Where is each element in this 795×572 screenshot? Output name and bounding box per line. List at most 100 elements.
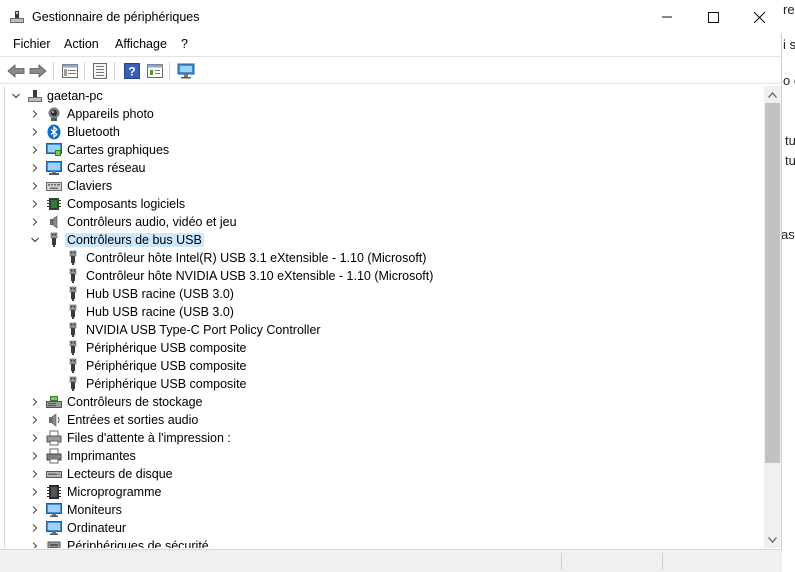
chevron-right-icon[interactable]	[29, 519, 41, 537]
tree-category[interactable]: Contrôleurs audio, vidéo et jeu	[5, 213, 745, 231]
chevron-right-icon[interactable]	[29, 141, 41, 159]
minimize-button[interactable]	[644, 0, 690, 34]
tree-category[interactable]: Files d'attente à l'impression :	[5, 429, 745, 447]
chevron-right-icon[interactable]	[29, 411, 41, 429]
close-button[interactable]	[736, 0, 782, 34]
chevron-right-icon[interactable]	[29, 123, 41, 141]
background-text: tu	[785, 153, 795, 168]
chevron-right-icon[interactable]	[29, 537, 41, 548]
tree-category[interactable]: Microprogramme	[5, 483, 745, 501]
storage-controller-icon	[46, 394, 62, 410]
keyboard-icon	[46, 178, 62, 194]
chevron-right-icon[interactable]	[29, 429, 41, 447]
title-bar[interactable]: Gestionnaire de périphériques	[0, 0, 782, 34]
scroll-up-icon[interactable]	[764, 86, 781, 103]
menu-affichage[interactable]: Affichage	[115, 37, 167, 51]
speaker-icon	[46, 214, 62, 230]
tree-device-label: Périphérique USB composite	[86, 377, 247, 391]
tree-device[interactable]: NVIDIA USB Type-C Port Policy Controller	[5, 321, 745, 339]
tree-root[interactable]: gaetan-pc	[5, 87, 405, 105]
tree-category[interactable]: Contrôleurs de bus USB	[5, 231, 745, 249]
tree-root-label: gaetan-pc	[47, 89, 103, 103]
window-title: Gestionnaire de périphériques	[32, 10, 200, 24]
maximize-button[interactable]	[690, 0, 736, 34]
tree-category[interactable]: Ordinateur	[5, 519, 745, 537]
tree-category[interactable]: Cartes réseau	[5, 159, 745, 177]
security-device-icon	[46, 538, 62, 548]
tree-category[interactable]: Entrées et sorties audio	[5, 411, 745, 429]
tree-category-label: Imprimantes	[67, 449, 136, 463]
tree-category[interactable]: Périphériques de sécurité	[5, 537, 745, 548]
tree-category[interactable]: Imprimantes	[5, 447, 745, 465]
tree-category[interactable]: Bluetooth	[5, 123, 745, 141]
svg-text:?: ?	[128, 65, 135, 79]
tree-category-label: Contrôleurs de stockage	[67, 395, 203, 409]
tree-category-label: Contrôleurs audio, vidéo et jeu	[67, 215, 237, 229]
resources-icon[interactable]	[145, 61, 165, 81]
tree-category[interactable]: Claviers	[5, 177, 745, 195]
chevron-down-icon[interactable]	[29, 231, 41, 249]
tree-device-label: NVIDIA USB Type-C Port Policy Controller	[86, 323, 321, 337]
tree-category[interactable]: Cartes graphiques	[5, 141, 745, 159]
tree-category-label: Appareils photo	[67, 107, 154, 121]
tree-category[interactable]: Contrôleurs de stockage	[5, 393, 745, 411]
toolbar: ?	[0, 56, 782, 84]
tree-device[interactable]: Périphérique USB composite	[5, 375, 745, 393]
background-text: as	[781, 227, 795, 242]
scan-hardware-icon[interactable]	[176, 61, 196, 81]
chevron-right-icon[interactable]	[29, 213, 41, 231]
usb-icon	[65, 286, 81, 302]
tree-category[interactable]: Moniteurs	[5, 501, 745, 519]
usb-icon	[65, 340, 81, 356]
tree-category-label: Cartes graphiques	[67, 143, 170, 157]
menu-help[interactable]: ?	[181, 37, 188, 51]
tree-device[interactable]: Hub USB racine (USB 3.0)	[5, 303, 745, 321]
chevron-right-icon[interactable]	[29, 105, 41, 123]
scrollbar-thumb[interactable]	[765, 103, 780, 463]
usb-icon	[65, 250, 81, 266]
chevron-right-icon[interactable]	[29, 159, 41, 177]
help-icon[interactable]: ?	[122, 61, 142, 81]
menu-fichier[interactable]: Fichier	[13, 37, 51, 51]
properties-icon[interactable]	[60, 61, 80, 81]
chevron-down-icon[interactable]	[10, 87, 22, 105]
background-text: i s	[783, 37, 795, 52]
audio-io-icon	[46, 412, 62, 428]
tree-device[interactable]: Périphérique USB composite	[5, 357, 745, 375]
network-adapter-icon	[46, 160, 62, 176]
tree-category-label: Ordinateur	[67, 521, 127, 535]
chevron-right-icon[interactable]	[29, 465, 41, 483]
chevron-right-icon[interactable]	[29, 195, 41, 213]
chevron-right-icon[interactable]	[29, 393, 41, 411]
chevron-right-icon[interactable]	[29, 447, 41, 465]
tree-device-label: Hub USB racine (USB 3.0)	[86, 305, 234, 319]
tree-category-label: Contrôleurs de bus USB	[65, 233, 204, 247]
software-component-icon	[46, 196, 62, 212]
usb-icon	[65, 358, 81, 374]
tree-device[interactable]: Périphérique USB composite	[5, 339, 745, 357]
vertical-scrollbar[interactable]	[764, 86, 781, 548]
tree-category[interactable]: Lecteurs de disque	[5, 465, 745, 483]
list-view-icon[interactable]	[90, 61, 110, 81]
forward-arrow-icon[interactable]	[28, 61, 48, 81]
print-queue-icon	[46, 430, 62, 446]
back-arrow-icon[interactable]	[6, 61, 26, 81]
device-manager-app-icon	[9, 9, 25, 25]
device-tree: gaetan-pc Appareils photo Bluetooth Cartes…	[4, 86, 764, 548]
scroll-down-icon[interactable]	[764, 531, 781, 548]
tree-category-label: Claviers	[67, 179, 113, 193]
menu-action[interactable]: Action	[64, 37, 99, 51]
tree-device[interactable]: Contrôleur hôte NVIDIA USB 3.10 eXtensib…	[5, 267, 745, 285]
tree-category[interactable]: Composants logiciels	[5, 195, 745, 213]
tree-category[interactable]: Appareils photo	[5, 105, 745, 123]
chevron-right-icon[interactable]	[29, 501, 41, 519]
bluetooth-icon	[46, 124, 62, 140]
tree-device-label: Contrôleur hôte NVIDIA USB 3.10 eXtensib…	[86, 269, 434, 283]
camera-icon	[46, 106, 62, 122]
tree-category-label: Microprogramme	[67, 485, 162, 499]
tree-device[interactable]: Contrôleur hôte Intel(R) USB 3.1 eXtensi…	[5, 249, 745, 267]
disk-drive-icon	[46, 466, 62, 482]
chevron-right-icon[interactable]	[29, 177, 41, 195]
chevron-right-icon[interactable]	[29, 483, 41, 501]
tree-device[interactable]: Hub USB racine (USB 3.0)	[5, 285, 745, 303]
